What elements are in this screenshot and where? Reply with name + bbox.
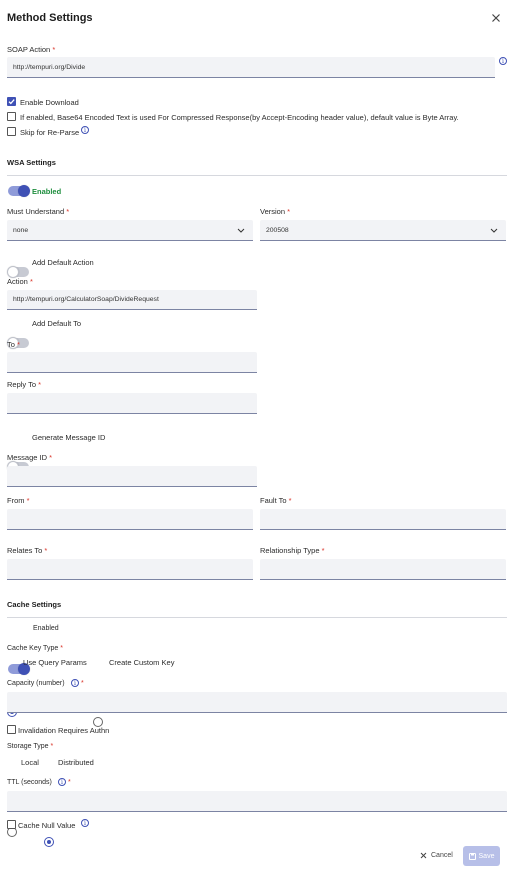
fault-to-label: Fault To *: [260, 496, 292, 505]
divider: [7, 617, 507, 618]
enable-download-label: Enable Download: [20, 98, 79, 107]
cache-section-title: Cache Settings: [7, 600, 62, 609]
from-label: From *: [7, 496, 30, 505]
capacity-label: Capacity (number): [7, 680, 65, 687]
wsa-enabled-label: Enabled: [32, 187, 62, 196]
close-icon: [420, 852, 427, 858]
capacity-input[interactable]: [7, 692, 507, 713]
storage-type-label: Storage Type *: [7, 743, 54, 750]
chevron-down-icon: [490, 228, 498, 233]
base64-checkbox[interactable]: [7, 112, 16, 121]
add-default-action-label: Add Default Action: [32, 258, 94, 267]
to-label: To *: [7, 340, 20, 349]
wsa-section-title: WSA Settings: [7, 158, 56, 167]
soap-action-label: SOAP Action *: [7, 45, 56, 54]
action-input[interactable]: http://tempuri.org/CalculatorSoap/Divide…: [7, 290, 257, 310]
skip-reparse-checkbox[interactable]: [7, 127, 16, 136]
action-label: Action *: [7, 277, 33, 286]
cache-null-checkbox[interactable]: [7, 820, 16, 829]
reply-to-input[interactable]: [7, 393, 257, 414]
distributed-radio[interactable]: [44, 837, 54, 847]
reply-to-label: Reply To *: [7, 380, 42, 389]
divider: [7, 175, 507, 176]
must-understand-select[interactable]: none: [7, 220, 253, 241]
cache-null-label: Cache Null Value: [18, 821, 76, 830]
ttl-label: TTL (seconds): [7, 779, 52, 786]
local-label: Local: [21, 758, 39, 767]
relates-to-input[interactable]: [7, 559, 253, 580]
use-query-params-label: Use Query Params: [23, 658, 87, 667]
info-icon[interactable]: i: [499, 57, 507, 65]
create-custom-key-label: Create Custom Key: [109, 658, 175, 667]
action-value: http://tempuri.org/CalculatorSoap/Divide…: [13, 296, 159, 303]
message-id-input[interactable]: [7, 466, 257, 487]
version-label: Version *: [260, 207, 291, 216]
add-default-action-toggle[interactable]: [7, 266, 29, 278]
save-button[interactable]: Save: [463, 846, 500, 866]
message-id-label: Message ID *: [7, 453, 53, 462]
info-icon[interactable]: i: [81, 819, 89, 827]
relates-to-label: Relates To *: [7, 546, 48, 555]
skip-reparse-label: Skip for Re-Parse: [20, 128, 80, 137]
cancel-button[interactable]: Cancel: [420, 846, 453, 864]
info-icon[interactable]: i: [58, 778, 66, 786]
from-input[interactable]: [7, 509, 253, 530]
cache-key-type-label: Cache Key Type *: [7, 645, 63, 652]
add-default-to-label: Add Default To: [32, 319, 82, 328]
to-input[interactable]: [7, 352, 257, 373]
must-understand-value: none: [13, 226, 29, 234]
invalidation-label: Invalidation Requires Authn: [18, 726, 110, 735]
relationship-type-input[interactable]: [260, 559, 506, 580]
base64-label: If enabled, Base64 Encoded Text is used …: [20, 113, 459, 122]
distributed-label: Distributed: [58, 758, 94, 767]
close-icon[interactable]: [490, 12, 502, 24]
cancel-label: Cancel: [431, 851, 453, 859]
save-label: Save: [478, 852, 495, 860]
relationship-type-label: Relationship Type *: [260, 546, 325, 555]
soap-action-value: http://tempuri.org/Divide: [13, 63, 86, 71]
must-understand-label: Must Understand *: [7, 207, 70, 216]
wsa-enabled-toggle[interactable]: [8, 185, 30, 197]
version-value: 200508: [266, 226, 289, 234]
ttl-required: *: [68, 779, 71, 786]
check-icon: [8, 99, 15, 105]
version-select[interactable]: 200508: [260, 220, 506, 241]
save-icon: [468, 852, 476, 860]
chevron-down-icon: [237, 228, 245, 233]
generate-message-id-label: Generate Message ID: [32, 433, 106, 442]
soap-action-input[interactable]: http://tempuri.org/Divide: [7, 57, 495, 78]
ttl-input[interactable]: [7, 791, 507, 812]
capacity-required: *: [81, 680, 84, 687]
cache-enabled-label: Enabled: [33, 625, 59, 632]
fault-to-input[interactable]: [260, 509, 506, 530]
enable-download-checkbox[interactable]: [7, 97, 16, 106]
invalidation-checkbox[interactable]: [7, 725, 16, 734]
info-icon[interactable]: i: [81, 126, 89, 134]
dialog-title: Method Settings: [7, 12, 93, 24]
info-icon[interactable]: i: [71, 679, 79, 687]
